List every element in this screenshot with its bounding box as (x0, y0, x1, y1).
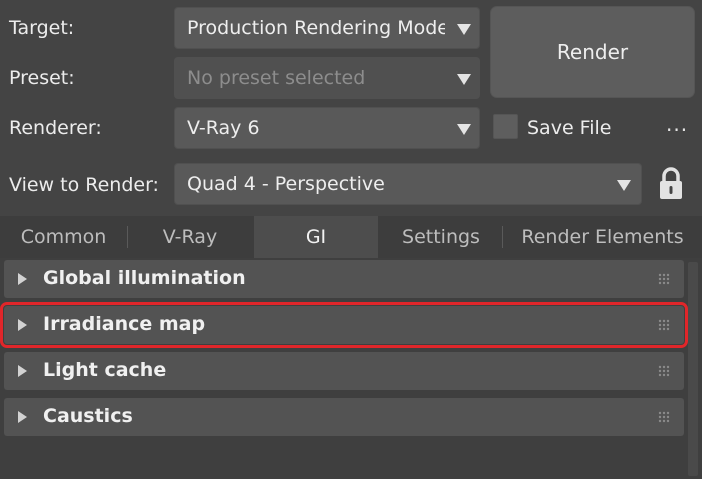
rollout-title: Caustics (43, 405, 133, 427)
drag-grip-icon[interactable] (658, 411, 672, 423)
tab-gi[interactable]: GI (254, 216, 378, 258)
rollout-caustics[interactable]: Caustics (4, 398, 684, 436)
render-button[interactable]: Render (490, 6, 695, 98)
rollout-title: Global illumination (43, 267, 246, 289)
target-value: Production Rendering Mode (187, 17, 445, 39)
tab-common[interactable]: Common (0, 216, 127, 258)
chevron-down-icon (457, 24, 471, 35)
renderer-dropdown[interactable]: V-Ray 6 (174, 107, 480, 149)
rollout-global-illumination[interactable]: Global illumination (4, 260, 684, 298)
triangle-right-icon (18, 365, 27, 377)
tab-render-elements[interactable]: Render Elements (503, 216, 702, 258)
drag-grip-icon[interactable] (658, 319, 672, 331)
renderer-value: V-Ray 6 (187, 117, 260, 139)
view-to-render-label: View to Render: (9, 174, 159, 196)
rollout-title: Light cache (43, 359, 167, 381)
save-file-label: Save File (527, 117, 612, 139)
lock-icon[interactable] (658, 166, 684, 200)
view-value: Quad 4 - Perspective (187, 173, 385, 195)
drag-grip-icon[interactable] (658, 273, 672, 285)
view-to-render-dropdown[interactable]: Quad 4 - Perspective (174, 163, 642, 205)
tab-settings[interactable]: Settings (380, 216, 502, 258)
rollout-title: Irradiance map (43, 313, 206, 335)
triangle-right-icon (18, 273, 27, 285)
renderer-label: Renderer: (9, 117, 102, 139)
chevron-down-icon (617, 180, 631, 191)
triangle-right-icon (18, 411, 27, 423)
chevron-down-icon (457, 124, 471, 135)
save-file-checkbox[interactable] (493, 114, 518, 139)
rollout-light-cache[interactable]: Light cache (4, 352, 684, 390)
drag-grip-icon[interactable] (658, 365, 672, 377)
tab-bar: Common V-Ray GI Settings Render Elements (0, 216, 702, 258)
save-file-browse-button[interactable]: ... (666, 112, 688, 136)
preset-value: No preset selected (187, 67, 366, 89)
tab-vray[interactable]: V-Ray (128, 216, 252, 258)
preset-label: Preset: (9, 67, 75, 89)
rollout-scrollbar[interactable] (688, 262, 698, 476)
target-label: Target: (9, 17, 75, 39)
chevron-down-icon (457, 74, 471, 85)
triangle-right-icon (18, 319, 27, 331)
render-setup-window: Target: Preset: Renderer: View to Render… (0, 0, 702, 479)
preset-dropdown[interactable]: No preset selected (174, 57, 480, 99)
rollout-irradiance-map[interactable]: Irradiance map (0, 302, 688, 348)
target-dropdown[interactable]: Production Rendering Mode (174, 7, 480, 49)
